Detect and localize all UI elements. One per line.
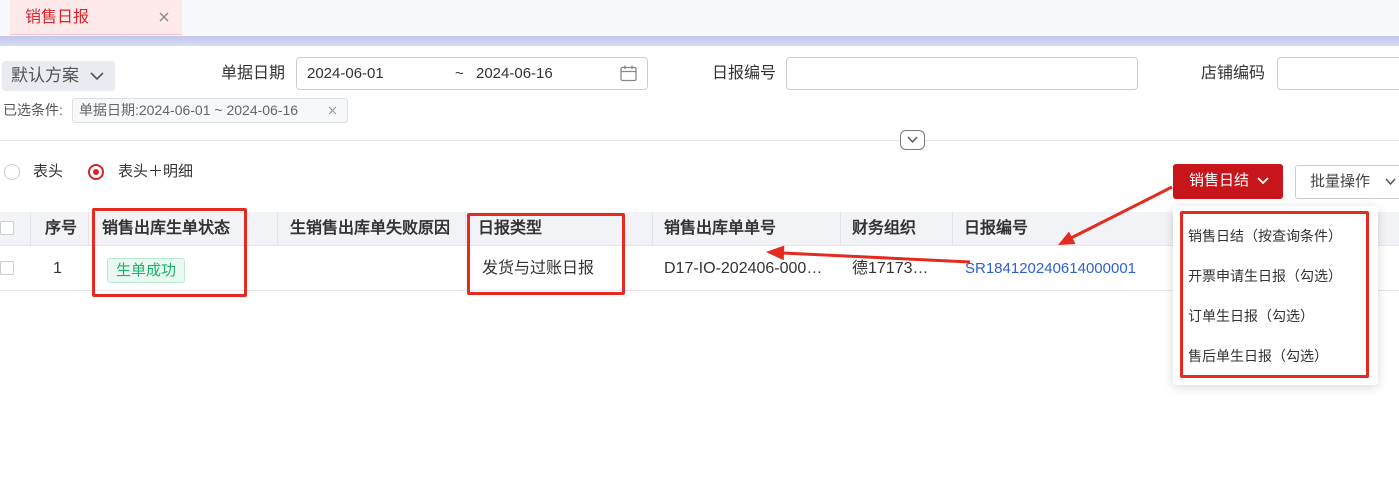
date-separator: ~ [455,65,464,82]
column-divider [465,212,466,246]
row-outbound-no: D17-IO-202406-000… [664,260,823,277]
column-divider [840,212,841,246]
shop-code-label: 店铺编码 [1201,65,1266,82]
chevron-down-icon [1256,175,1270,187]
batch-operations-button[interactable]: 批量操作 [1295,165,1399,199]
daily-close-label: 销售日结 [1189,172,1250,189]
header-band [0,36,1399,46]
radio-header-only[interactable] [4,164,20,180]
condition-tag-text: 单据日期:2024-06-01 ~ 2024-06-16 [79,102,299,118]
column-divider [277,212,278,246]
chevron-down-icon [1384,176,1397,188]
date-range-picker[interactable]: 2024-06-01 ~ 2024-06-16 [296,57,648,90]
report-no-link[interactable]: SR184120240614000001 [965,246,1136,291]
radio-selected-dot [93,169,99,175]
scheme-dropdown[interactable]: 默认方案 [2,61,115,91]
date-label: 单据日期 [221,65,286,82]
column-header-index: 序号 [45,220,78,237]
shop-code-input[interactable] [1277,57,1399,90]
calendar-icon[interactable] [619,64,638,83]
column-header-finance-org: 财务组织 [852,220,917,237]
column-header-report-no: 日报编号 [964,220,1029,237]
chevron-down-icon [89,69,105,83]
tab-bar [0,0,1399,36]
chevron-down-icon [906,135,919,145]
close-icon[interactable] [157,10,171,24]
close-icon[interactable] [327,105,338,116]
scheme-label: 默认方案 [11,66,79,85]
radio-header-detail-label[interactable]: 表头＋明细 [118,163,193,181]
condition-tag: 单据日期:2024-06-01 ~ 2024-06-16 [72,98,348,123]
tab-sales-daily-report[interactable]: 销售日报 [10,0,182,35]
date-end-input[interactable]: 2024-06-16 [476,65,553,83]
column-header-outbound-no: 销售出库单单号 [664,220,777,237]
daily-close-button[interactable]: 销售日结 [1173,164,1283,199]
column-divider [952,212,953,246]
radio-header-only-label[interactable]: 表头 [33,163,63,181]
annotation-box-report-type [467,213,625,295]
collapse-toggle-button[interactable] [900,130,925,150]
row-index: 1 [53,260,62,277]
batch-operations-label: 批量操作 [1310,173,1371,190]
column-divider [30,212,31,246]
tab-label: 销售日报 [25,9,90,26]
row-checkbox[interactable] [0,261,14,275]
annotation-box-status [92,208,247,297]
selected-conditions-label: 已选条件: [3,102,63,118]
column-divider [88,212,89,246]
column-divider [652,212,653,246]
radio-header-detail[interactable] [88,164,104,180]
row-finance-org: 德17173… [852,260,929,277]
report-no-input[interactable] [786,57,1138,90]
column-header-fail-reason: 生销售出库单失败原因 [290,220,451,237]
select-all-checkbox[interactable] [0,221,14,235]
annotation-box-menu [1180,211,1369,378]
report-no-label: 日报编号 [712,65,777,82]
date-start-input[interactable]: 2024-06-01 [307,65,384,83]
filter-divider [0,140,1399,141]
